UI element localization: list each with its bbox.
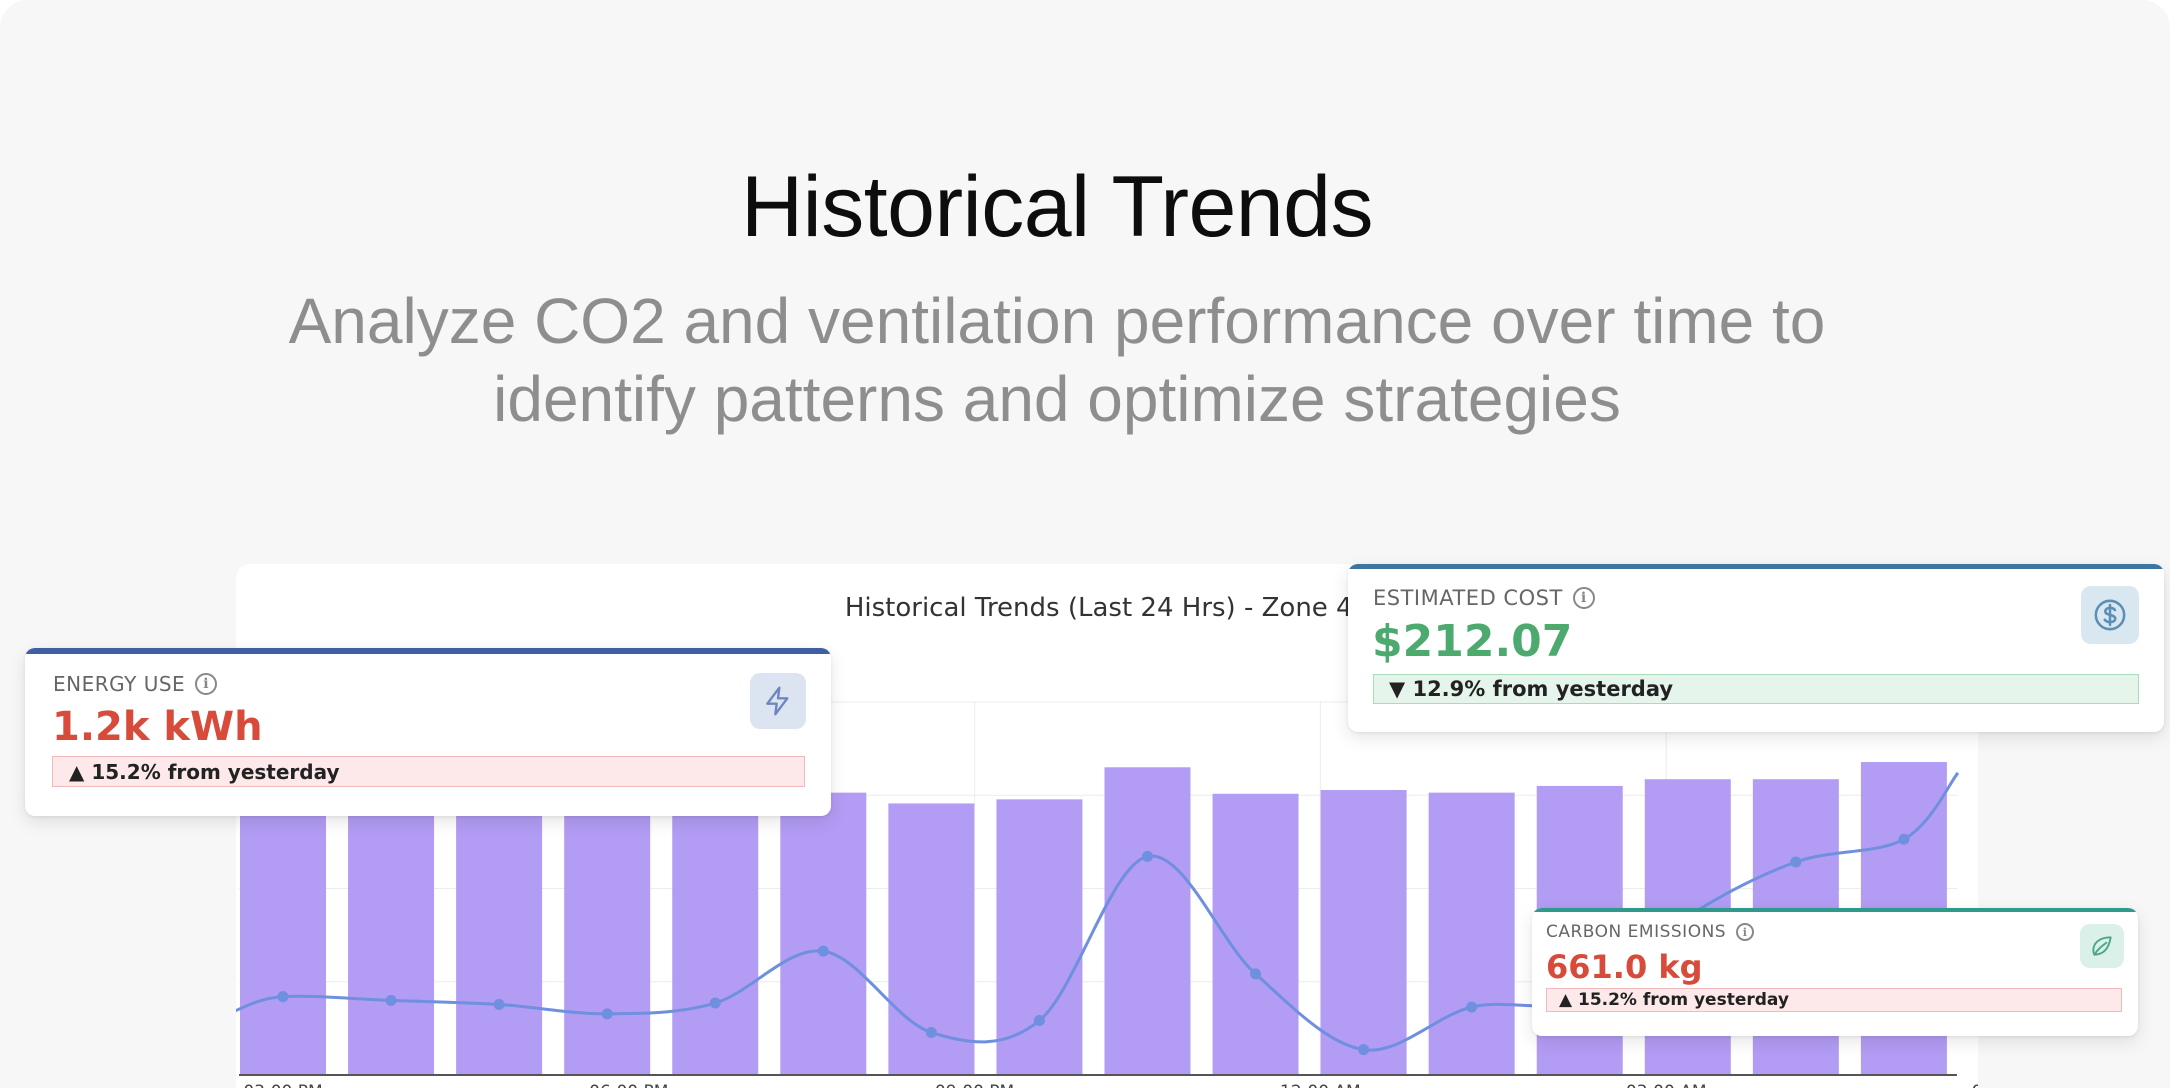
chart-bar xyxy=(1428,792,1515,1075)
leaf-icon xyxy=(2080,924,2124,968)
chart-point xyxy=(1790,856,1802,868)
chart-point xyxy=(1466,1001,1478,1013)
chart-bar xyxy=(240,810,326,1075)
chart-bar xyxy=(456,810,543,1075)
chart-bar xyxy=(564,810,651,1075)
card-accent-bar xyxy=(1532,908,2138,912)
chart-point xyxy=(1250,968,1262,980)
chart-bar xyxy=(996,799,1083,1075)
estimated-cost-label: ESTIMATED COST xyxy=(1373,586,1563,610)
chart-point xyxy=(277,991,289,1003)
chart-bar xyxy=(348,810,435,1075)
carbon-emissions-label-row: CARBON EMISSIONS i xyxy=(1546,922,1755,942)
chart-bar xyxy=(1104,767,1191,1075)
x-tick-label: 03:00 AM xyxy=(1626,1082,1707,1088)
energy-use-change: ▲ 15.2% from yesterday xyxy=(52,756,805,787)
chart-point xyxy=(925,1026,937,1038)
carbon-emissions-change: ▲ 15.2% from yesterday xyxy=(1546,988,2122,1012)
energy-use-value: 1.2k kWh xyxy=(52,704,263,750)
x-tick-label: 12:00 AM xyxy=(1280,1082,1361,1088)
estimated-cost-label-row: ESTIMATED COST i xyxy=(1373,586,1595,610)
chart-point xyxy=(709,997,721,1009)
card-accent-bar xyxy=(1348,564,2164,569)
chart-point xyxy=(1358,1044,1370,1056)
chart-point xyxy=(1141,850,1153,862)
chart-point xyxy=(601,1008,613,1020)
page-title: Historical Trends xyxy=(741,159,1373,255)
energy-use-card[interactable]: ENERGY USE i 1.2k kWh ▲ 15.2% from yeste… xyxy=(25,648,831,816)
estimated-cost-change: ▼ 12.9% from yesterday xyxy=(1373,674,2139,704)
chart-point xyxy=(817,945,829,957)
x-tick-label: 09:00 PM xyxy=(935,1082,1014,1088)
info-icon[interactable]: i xyxy=(1736,923,1755,941)
chart-point xyxy=(1898,833,1910,845)
page-subtitle: Analyze CO2 and ventilation performance … xyxy=(288,285,1826,435)
chart-point xyxy=(385,994,397,1006)
chart-point xyxy=(1033,1015,1045,1027)
lightning-icon xyxy=(750,673,806,729)
carbon-emissions-label: CARBON EMISSIONS xyxy=(1546,922,1727,942)
chart-point xyxy=(493,999,505,1011)
x-tick-label: 06:00 PM xyxy=(589,1082,668,1088)
x-tick-label: 06:00 AM xyxy=(1972,1082,1978,1088)
carbon-emissions-value: 661.0 kg xyxy=(1546,948,1703,986)
chart-bar xyxy=(780,792,867,1075)
estimated-cost-value: $212.07 xyxy=(1372,616,1573,667)
estimated-cost-card[interactable]: ESTIMATED COST i $212.07 ▼ 12.9% from ye… xyxy=(1348,564,2164,732)
energy-use-label-row: ENERGY USE i xyxy=(53,672,218,696)
carbon-emissions-card[interactable]: CARBON EMISSIONS i 661.0 kg ▲ 15.2% from… xyxy=(1532,908,2138,1036)
energy-use-label: ENERGY USE xyxy=(53,672,186,696)
info-icon[interactable]: i xyxy=(1572,587,1595,609)
chart-bar xyxy=(1320,790,1407,1075)
chart-bar xyxy=(672,810,759,1075)
page-canvas: Historical Trends Analyze CO2 and ventil… xyxy=(0,0,2170,1088)
x-tick-label: 03:00 PM xyxy=(243,1082,322,1088)
card-accent-bar xyxy=(25,648,831,654)
dollar-icon xyxy=(2081,586,2139,644)
info-icon[interactable]: i xyxy=(195,673,218,695)
